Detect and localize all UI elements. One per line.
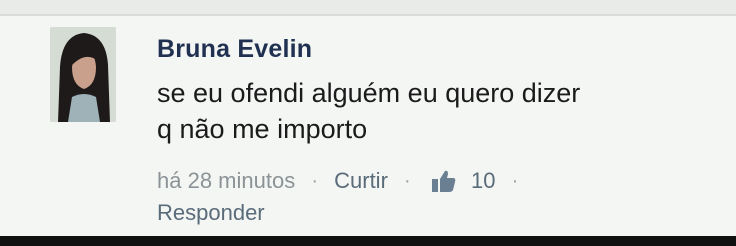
separator-dot: · — [511, 169, 519, 192]
avatar-photo — [50, 27, 116, 122]
timestamp[interactable]: há 28 minutos — [157, 168, 295, 194]
separator-dot: · — [311, 169, 318, 192]
like-count[interactable]: 10 — [471, 168, 495, 194]
avatar[interactable] — [50, 27, 116, 122]
separator-dot: · — [404, 169, 411, 192]
reply-button[interactable]: Responder — [157, 200, 265, 226]
comment-text-line: se eu ofendi alguém eu quero dizer — [157, 78, 581, 108]
comment-text-line: q não me importo — [157, 114, 368, 144]
comment-meta: há 28 minutos · Curtir · 10 · — [157, 167, 528, 194]
top-edge — [0, 0, 736, 14]
like-button[interactable]: Curtir — [334, 168, 388, 194]
divider — [0, 14, 736, 16]
bottom-edge — [0, 236, 736, 246]
comment-text: se eu ofendi alguém eu quero dizer q não… — [157, 75, 697, 147]
thumbs-up-icon — [431, 169, 457, 193]
author-name[interactable]: Bruna Evelin — [157, 35, 312, 64]
